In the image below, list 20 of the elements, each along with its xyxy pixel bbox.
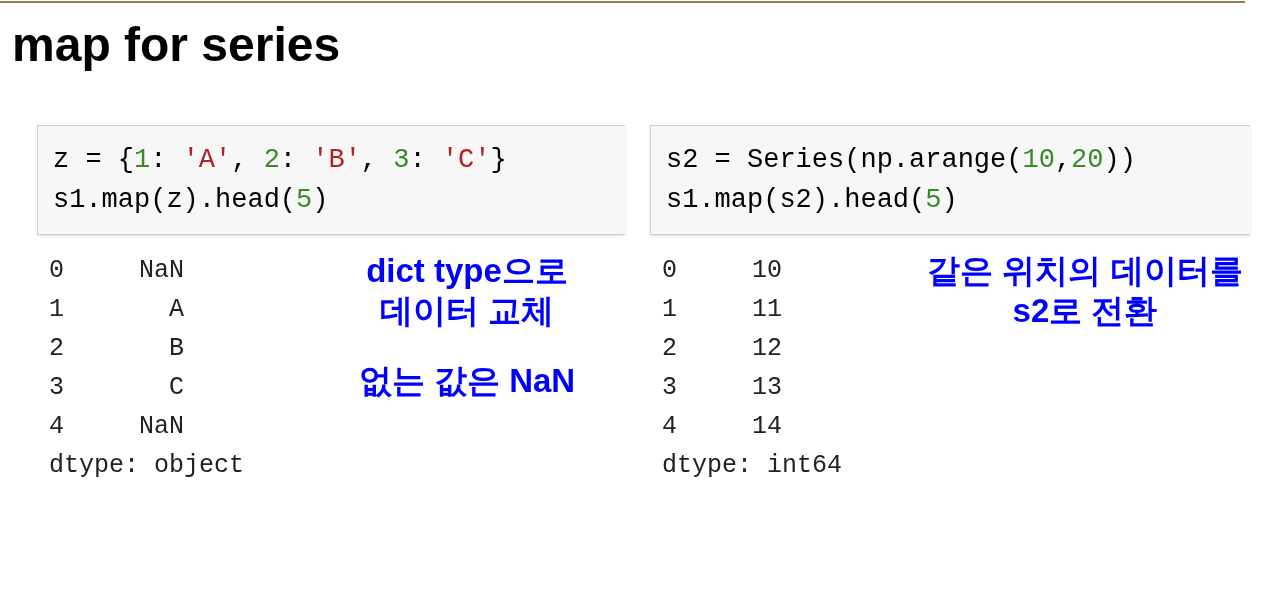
code-line: z = {1: 'A', 2: 'B', 3: 'C'} xyxy=(53,144,507,177)
code-line: s2 = Series(np.arange(10,20)) xyxy=(666,144,1136,177)
output-line: 2 12 xyxy=(662,333,783,365)
output-line: 0 10 xyxy=(662,255,783,287)
output-line: 2 B xyxy=(49,333,185,365)
output-line: 1 A xyxy=(49,294,185,326)
output-line: 0 NaN xyxy=(49,255,185,287)
code-line: s1.map(s2).head(5) xyxy=(666,184,958,217)
output-line: 3 13 xyxy=(662,372,783,404)
output-line: 4 NaN xyxy=(49,411,185,443)
output-line: 4 14 xyxy=(662,411,783,443)
output-line: dtype: int64 xyxy=(662,450,843,482)
annotation-text: 없는 값은 NaN xyxy=(358,361,576,401)
output-line: 3 C xyxy=(49,372,185,404)
output-line: dtype: object xyxy=(49,450,245,482)
annotation-text: 같은 위치의 데이터를 s2로 전환 xyxy=(927,251,1243,331)
slide-title: map for series xyxy=(12,17,341,73)
annotation-text: dict type으로 데이터 교체 xyxy=(366,251,568,331)
output-line: 1 11 xyxy=(662,294,783,326)
code-line: s1.map(z).head(5) xyxy=(53,184,329,217)
